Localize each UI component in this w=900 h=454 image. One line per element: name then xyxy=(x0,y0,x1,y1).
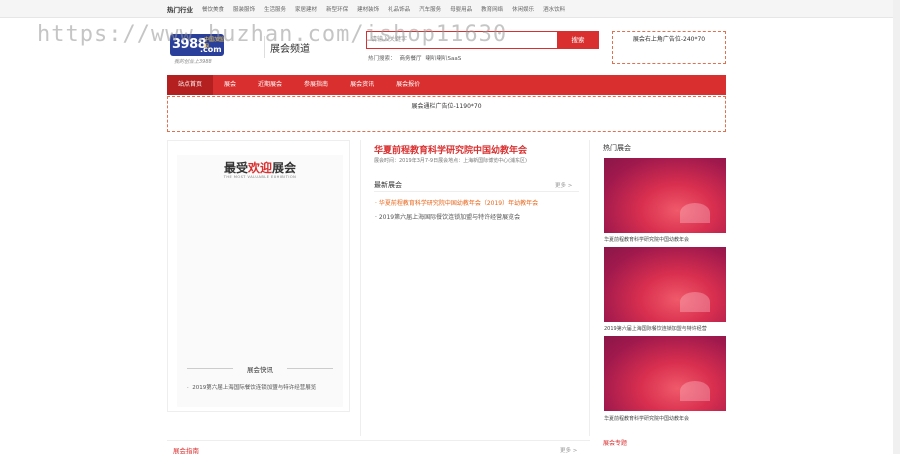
expo-thumbnail[interactable] xyxy=(604,247,726,322)
news-item[interactable]: · 2019第六届上海国际餐饮连锁加盟与特许经营展览会 xyxy=(375,212,520,221)
expo-flash-title: 展会快讯 xyxy=(247,366,273,374)
logo-slogan: 我的创业上3988 xyxy=(174,59,212,65)
channel-title: 展会频道 xyxy=(270,44,310,55)
hot-industry-label: 热门行业 xyxy=(167,6,193,14)
top-bar-inner: 热门行业 餐饮美食 服装服饰 生活服务 家居建材 新型环保 建材装饰 礼品饰品 汽车服务 母婴用… xyxy=(167,0,565,18)
topbar-category[interactable]: 教育网络 xyxy=(481,5,503,13)
expo-caption[interactable]: 华夏前程教育科学研究院中国幼教年会 xyxy=(604,236,727,243)
header-divider xyxy=(264,36,265,58)
topbar-category[interactable]: 服装服饰 xyxy=(233,5,255,13)
scrollbar[interactable] xyxy=(893,0,900,454)
decoration xyxy=(680,203,710,223)
hot-search-keyword[interactable]: 商务餐厅 xyxy=(400,54,422,62)
guide-title: 展会指南 xyxy=(173,447,199,454)
headline-link[interactable]: 华夏前程教育科学研究院中国幼教年会 xyxy=(374,143,527,156)
nav-item-home[interactable]: 站点首页 xyxy=(167,75,214,95)
nav-item-quote[interactable]: 展会报价 xyxy=(385,75,431,95)
news-item[interactable]: · 华夏前程教育科学研究院中国幼教年会（2019）年幼教年会 xyxy=(375,198,538,207)
expo-thumbnail[interactable] xyxy=(604,336,726,411)
decoration xyxy=(680,381,710,401)
flash-item-text: 2019第六届上海国际餐饮连锁加盟与特许经营展览 xyxy=(192,385,317,391)
top-right-ad[interactable]: 展会右上角广告位-240*70 xyxy=(612,31,726,64)
site-logo[interactable]: 3988 中国加盟网 .com 我的创业上3988 xyxy=(170,30,252,66)
nav-item-recent[interactable]: 近期展会 xyxy=(247,75,293,95)
middle-column: 华夏前程教育科学研究院中国幼教年会 展会时间：2019年3月7-9日展会地点：上… xyxy=(360,140,590,436)
expo-caption[interactable]: 华夏前程教育科学研究院中国幼教年会 xyxy=(604,415,727,422)
decoration xyxy=(680,292,710,312)
hot-expo-title: 热门展会 xyxy=(603,144,631,152)
topbar-category[interactable]: 休闲娱乐 xyxy=(512,5,534,13)
popular-expo-subtitle: THE MOST VALUABLE EXHIBITION xyxy=(223,175,297,179)
topbar-category[interactable]: 建材装饰 xyxy=(357,5,379,13)
search-button[interactable]: 搜索 xyxy=(557,31,599,49)
topbar-category[interactable]: 汽车服务 xyxy=(419,5,441,13)
nav-item-news[interactable]: 展会资讯 xyxy=(339,75,385,95)
banner-ad[interactable]: 展会通栏广告位-1190*70 xyxy=(167,96,726,132)
topbar-category[interactable]: 生活服务 xyxy=(264,5,286,13)
popular-expo-panel: 最受欢迎展会 THE MOST VALUABLE EXHIBITION 展会快讯… xyxy=(177,155,343,407)
expo-thumbnail[interactable] xyxy=(604,158,726,233)
topbar-category[interactable]: 家居建材 xyxy=(295,5,317,13)
topbar-category[interactable]: 礼品饰品 xyxy=(388,5,410,13)
newest-more-link[interactable]: 更多 > xyxy=(555,181,572,189)
left-column: 最受欢迎展会 THE MOST VALUABLE EXHIBITION 展会快讯… xyxy=(167,140,350,412)
popular-title-part: 展会 xyxy=(272,161,297,175)
nav-item-expo[interactable]: 展会 xyxy=(213,75,247,95)
popular-title-part: 最受 xyxy=(223,161,248,175)
headline-meta: 展会时间：2019年3月7-9日展会地点：上海新国际博览中心(浦东区) xyxy=(374,158,527,164)
divider-line xyxy=(374,191,579,192)
topbar-category[interactable]: 餐饮美食 xyxy=(202,5,224,13)
hot-search-keyword[interactable]: 喇叭喇叭SaaS xyxy=(426,54,462,62)
main-nav: 站点首页 展会 近期展会 参展指南 展会资讯 展会报价 xyxy=(167,75,726,95)
search-input[interactable]: 请输入关键字 xyxy=(366,31,558,49)
topbar-category[interactable]: 酒水饮料 xyxy=(543,5,565,13)
popular-expo-title: 最受欢迎展会 xyxy=(177,159,343,176)
hot-search: 热门搜索： 商务餐厅 喇叭喇叭SaaS xyxy=(368,54,461,62)
topbar-category[interactable]: 新型环保 xyxy=(326,5,348,13)
expo-caption[interactable]: 2019第六届上海国际餐饮连锁加盟与特许经营 xyxy=(604,325,727,332)
nav-item-guide[interactable]: 参展指南 xyxy=(293,75,339,95)
guide-section: 展会指南 更多 > xyxy=(167,440,590,454)
logo-domain: .com xyxy=(200,45,222,54)
newest-expo-title: 最新展会 xyxy=(374,181,402,189)
topbar-category[interactable]: 母婴用品 xyxy=(450,5,472,13)
hot-search-label: 热门搜索： xyxy=(368,56,396,62)
expo-topic-title: 展会专题 xyxy=(603,440,628,447)
logo-badge: 3988 中国加盟网 .com xyxy=(170,34,224,56)
guide-more-link[interactable]: 更多 > xyxy=(560,446,577,454)
flash-item[interactable]: · 2019第六届上海国际餐饮连锁加盟与特许经营展览 xyxy=(187,383,316,391)
divider-line xyxy=(287,368,333,369)
popular-title-highlight: 欢迎 xyxy=(247,161,272,175)
top-bar: 热门行业 餐饮美食 服装服饰 生活服务 家居建材 新型环保 建材装饰 礼品饰品 汽车服务 母婴用… xyxy=(0,0,900,18)
